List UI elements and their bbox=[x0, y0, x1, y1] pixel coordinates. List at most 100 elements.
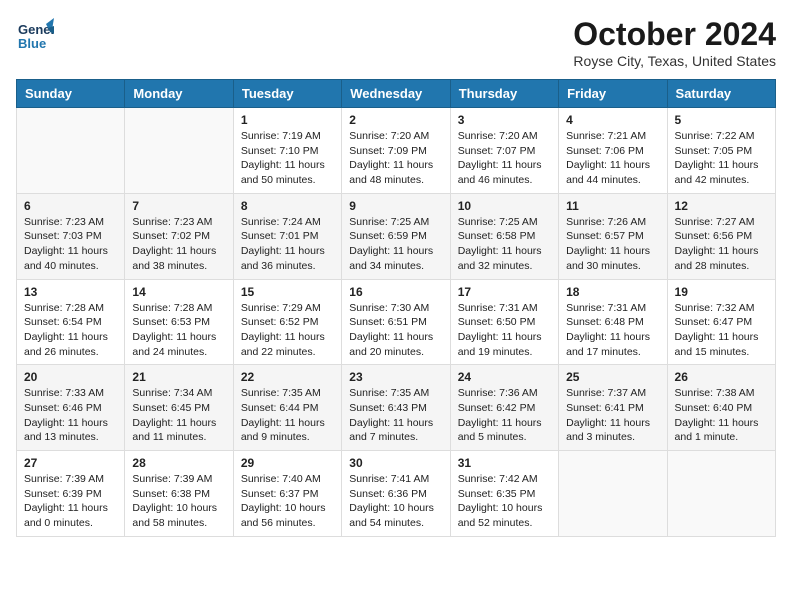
day-info: Sunrise: 7:23 AMSunset: 7:03 PMDaylight:… bbox=[24, 215, 117, 274]
calendar-cell: 16Sunrise: 7:30 AMSunset: 6:51 PMDayligh… bbox=[342, 279, 450, 365]
sunset-text: Sunset: 7:09 PM bbox=[349, 145, 427, 157]
sunrise-text: Sunrise: 7:30 AM bbox=[349, 302, 429, 314]
calendar-cell: 18Sunrise: 7:31 AMSunset: 6:48 PMDayligh… bbox=[559, 279, 667, 365]
calendar-cell: 5Sunrise: 7:22 AMSunset: 7:05 PMDaylight… bbox=[667, 108, 775, 194]
day-number: 27 bbox=[24, 456, 117, 470]
sunset-text: Sunset: 7:10 PM bbox=[241, 145, 319, 157]
sunset-text: Sunset: 6:56 PM bbox=[675, 230, 753, 242]
day-info: Sunrise: 7:28 AMSunset: 6:54 PMDaylight:… bbox=[24, 301, 117, 360]
svg-text:Blue: Blue bbox=[18, 36, 46, 51]
day-info: Sunrise: 7:38 AM Sunset: 6:40 PM Daylight:… bbox=[675, 386, 768, 445]
day-number: 26 bbox=[675, 370, 768, 384]
sunrise-text: Sunrise: 7:20 AM bbox=[349, 130, 429, 142]
calendar-cell: 7Sunrise: 7:23 AMSunset: 7:02 PMDaylight… bbox=[125, 193, 233, 279]
day-number: 3 bbox=[458, 113, 551, 127]
sunset-text: Sunset: 6:39 PM bbox=[24, 488, 102, 500]
calendar-cell: 2Sunrise: 7:20 AMSunset: 7:09 PMDaylight… bbox=[342, 108, 450, 194]
day-number: 21 bbox=[132, 370, 225, 384]
calendar-week-row: 1Sunrise: 7:19 AMSunset: 7:10 PMDaylight… bbox=[17, 108, 776, 194]
calendar-cell: 12Sunrise: 7:27 AMSunset: 6:56 PMDayligh… bbox=[667, 193, 775, 279]
calendar-cell bbox=[17, 108, 125, 194]
daylight-text: Daylight: 10 hours and 52 minutes. bbox=[458, 502, 543, 529]
calendar-week-row: 6Sunrise: 7:23 AMSunset: 7:03 PMDaylight… bbox=[17, 193, 776, 279]
calendar-cell bbox=[125, 108, 233, 194]
calendar-cell: 30Sunrise: 7:41 AMSunset: 6:36 PMDayligh… bbox=[342, 451, 450, 537]
day-number: 13 bbox=[24, 285, 117, 299]
daylight-text: Daylight: 11 hours and 40 minutes. bbox=[24, 245, 108, 272]
day-number: 4 bbox=[566, 113, 659, 127]
calendar-cell: 28Sunrise: 7:39 AMSunset: 6:38 PMDayligh… bbox=[125, 451, 233, 537]
sunrise-text: Sunrise: 7:20 AM bbox=[458, 130, 538, 142]
daylight-text: Daylight: 11 hours and 1 minute. bbox=[675, 417, 759, 444]
sunset-text: Sunset: 6:50 PM bbox=[458, 316, 536, 328]
calendar-header-row: Sunday Monday Tuesday Wednesday Thursday… bbox=[17, 80, 776, 108]
day-info: Sunrise: 7:24 AMSunset: 7:01 PMDaylight:… bbox=[241, 215, 334, 274]
sunrise-text: Sunrise: 7:29 AM bbox=[241, 302, 321, 314]
day-number: 19 bbox=[675, 285, 768, 299]
day-info: Sunrise: 7:28 AMSunset: 6:53 PMDaylight:… bbox=[132, 301, 225, 360]
day-info: Sunrise: 7:39 AMSunset: 6:39 PMDaylight:… bbox=[24, 472, 117, 531]
sunrise-text: Sunrise: 7:39 AM bbox=[24, 473, 104, 485]
col-sunday: Sunday bbox=[17, 80, 125, 108]
day-info: Sunrise: 7:39 AMSunset: 6:38 PMDaylight:… bbox=[132, 472, 225, 531]
sunrise-text: Sunrise: 7:25 AM bbox=[349, 216, 429, 228]
page-header: General Blue October 2024 Royse City, Te… bbox=[16, 16, 776, 69]
calendar-subtitle: Royse City, Texas, United States bbox=[573, 53, 776, 69]
title-area: October 2024 Royse City, Texas, United S… bbox=[573, 16, 776, 69]
sunset-text: Sunset: 6:59 PM bbox=[349, 230, 427, 242]
calendar-cell: 29Sunrise: 7:40 AMSunset: 6:37 PMDayligh… bbox=[233, 451, 341, 537]
sunset-text: Sunset: 6:57 PM bbox=[566, 230, 644, 242]
sunset-text: Sunset: 6:46 PM bbox=[24, 402, 102, 414]
day-info: Sunrise: 7:31 AM Sunset: 6:50 PM Daylight:… bbox=[458, 301, 551, 360]
calendar-cell: 8Sunrise: 7:24 AMSunset: 7:01 PMDaylight… bbox=[233, 193, 341, 279]
day-number: 2 bbox=[349, 113, 442, 127]
day-number: 11 bbox=[566, 199, 659, 213]
day-info: Sunrise: 7:29 AMSunset: 6:52 PMDaylight:… bbox=[241, 301, 334, 360]
daylight-text: Daylight: 10 hours and 56 minutes. bbox=[241, 502, 326, 529]
day-info: Sunrise: 7:42 AMSunset: 6:35 PMDaylight:… bbox=[458, 472, 551, 531]
daylight-text: Daylight: 11 hours and 36 minutes. bbox=[241, 245, 325, 272]
sunrise-text: Sunrise: 7:37 AM bbox=[566, 387, 646, 399]
daylight-text: Daylight: 10 hours and 54 minutes. bbox=[349, 502, 434, 529]
sunset-text: Sunset: 7:01 PM bbox=[241, 230, 319, 242]
day-info: Sunrise: 7:35 AMSunset: 6:44 PMDaylight:… bbox=[241, 386, 334, 445]
calendar-cell: 22Sunrise: 7:35 AMSunset: 6:44 PMDayligh… bbox=[233, 365, 341, 451]
calendar-cell: 19Sunrise: 7:32 AMSunset: 6:47 PMDayligh… bbox=[667, 279, 775, 365]
sunset-text: Sunset: 6:43 PM bbox=[349, 402, 427, 414]
sunset-text: Sunset: 6:37 PM bbox=[241, 488, 319, 500]
day-number: 31 bbox=[458, 456, 551, 470]
daylight-text: Daylight: 11 hours and 17 minutes. bbox=[566, 331, 650, 358]
col-thursday: Thursday bbox=[450, 80, 558, 108]
calendar-cell: 4Sunrise: 7:21 AMSunset: 7:06 PMDaylight… bbox=[559, 108, 667, 194]
day-info: Sunrise: 7:20 AMSunset: 7:07 PMDaylight:… bbox=[458, 129, 551, 188]
sunrise-text: Sunrise: 7:23 AM bbox=[132, 216, 212, 228]
daylight-text: Daylight: 11 hours and 11 minutes. bbox=[132, 417, 216, 444]
sunset-text: Sunset: 7:06 PM bbox=[566, 145, 644, 157]
col-saturday: Saturday bbox=[667, 80, 775, 108]
sunset-text: Sunset: 6:40 PM bbox=[675, 402, 753, 414]
sunrise-text: Sunrise: 7:38 AM bbox=[675, 387, 755, 399]
col-tuesday: Tuesday bbox=[233, 80, 341, 108]
sunset-text: Sunset: 7:02 PM bbox=[132, 230, 210, 242]
calendar-cell: 3 Sunrise: 7:20 AMSunset: 7:07 PMDaylight… bbox=[450, 108, 558, 194]
calendar-cell: 31 Sunrise: 7:42 AMSunset: 6:35 PMDayligh… bbox=[450, 451, 558, 537]
day-info: Sunrise: 7:36 AMSunset: 6:42 PMDaylight:… bbox=[458, 386, 551, 445]
logo: General Blue bbox=[16, 16, 54, 54]
day-info: Sunrise: 7:20 AMSunset: 7:09 PMDaylight:… bbox=[349, 129, 442, 188]
calendar-cell: 25Sunrise: 7:37 AMSunset: 6:41 PMDayligh… bbox=[559, 365, 667, 451]
daylight-text: Daylight: 11 hours and 32 minutes. bbox=[458, 245, 542, 272]
sunrise-text: Sunrise: 7:31 AM bbox=[458, 302, 538, 314]
daylight-text: Daylight: 11 hours and 15 minutes. bbox=[675, 331, 759, 358]
calendar-week-row: 13 Sunrise: 7:28 AMSunset: 6:54 PMDayligh… bbox=[17, 279, 776, 365]
day-number: 16 bbox=[349, 285, 442, 299]
day-info: Sunrise: 7:37 AMSunset: 6:41 PMDaylight:… bbox=[566, 386, 659, 445]
day-number: 17 bbox=[458, 285, 551, 299]
sunrise-text: Sunrise: 7:19 AM bbox=[241, 130, 321, 142]
daylight-text: Daylight: 11 hours and 30 minutes. bbox=[566, 245, 650, 272]
daylight-text: Daylight: 11 hours and 19 minutes. bbox=[458, 331, 542, 358]
day-info: Sunrise: 7:25 AMSunset: 6:59 PMDaylight:… bbox=[349, 215, 442, 274]
sunset-text: Sunset: 6:36 PM bbox=[349, 488, 427, 500]
day-number: 14 bbox=[132, 285, 225, 299]
sunset-text: Sunset: 6:38 PM bbox=[132, 488, 210, 500]
calendar-week-row: 27 Sunrise: 7:39 AM Sunset: 6:39 PM Dayligh… bbox=[17, 451, 776, 537]
